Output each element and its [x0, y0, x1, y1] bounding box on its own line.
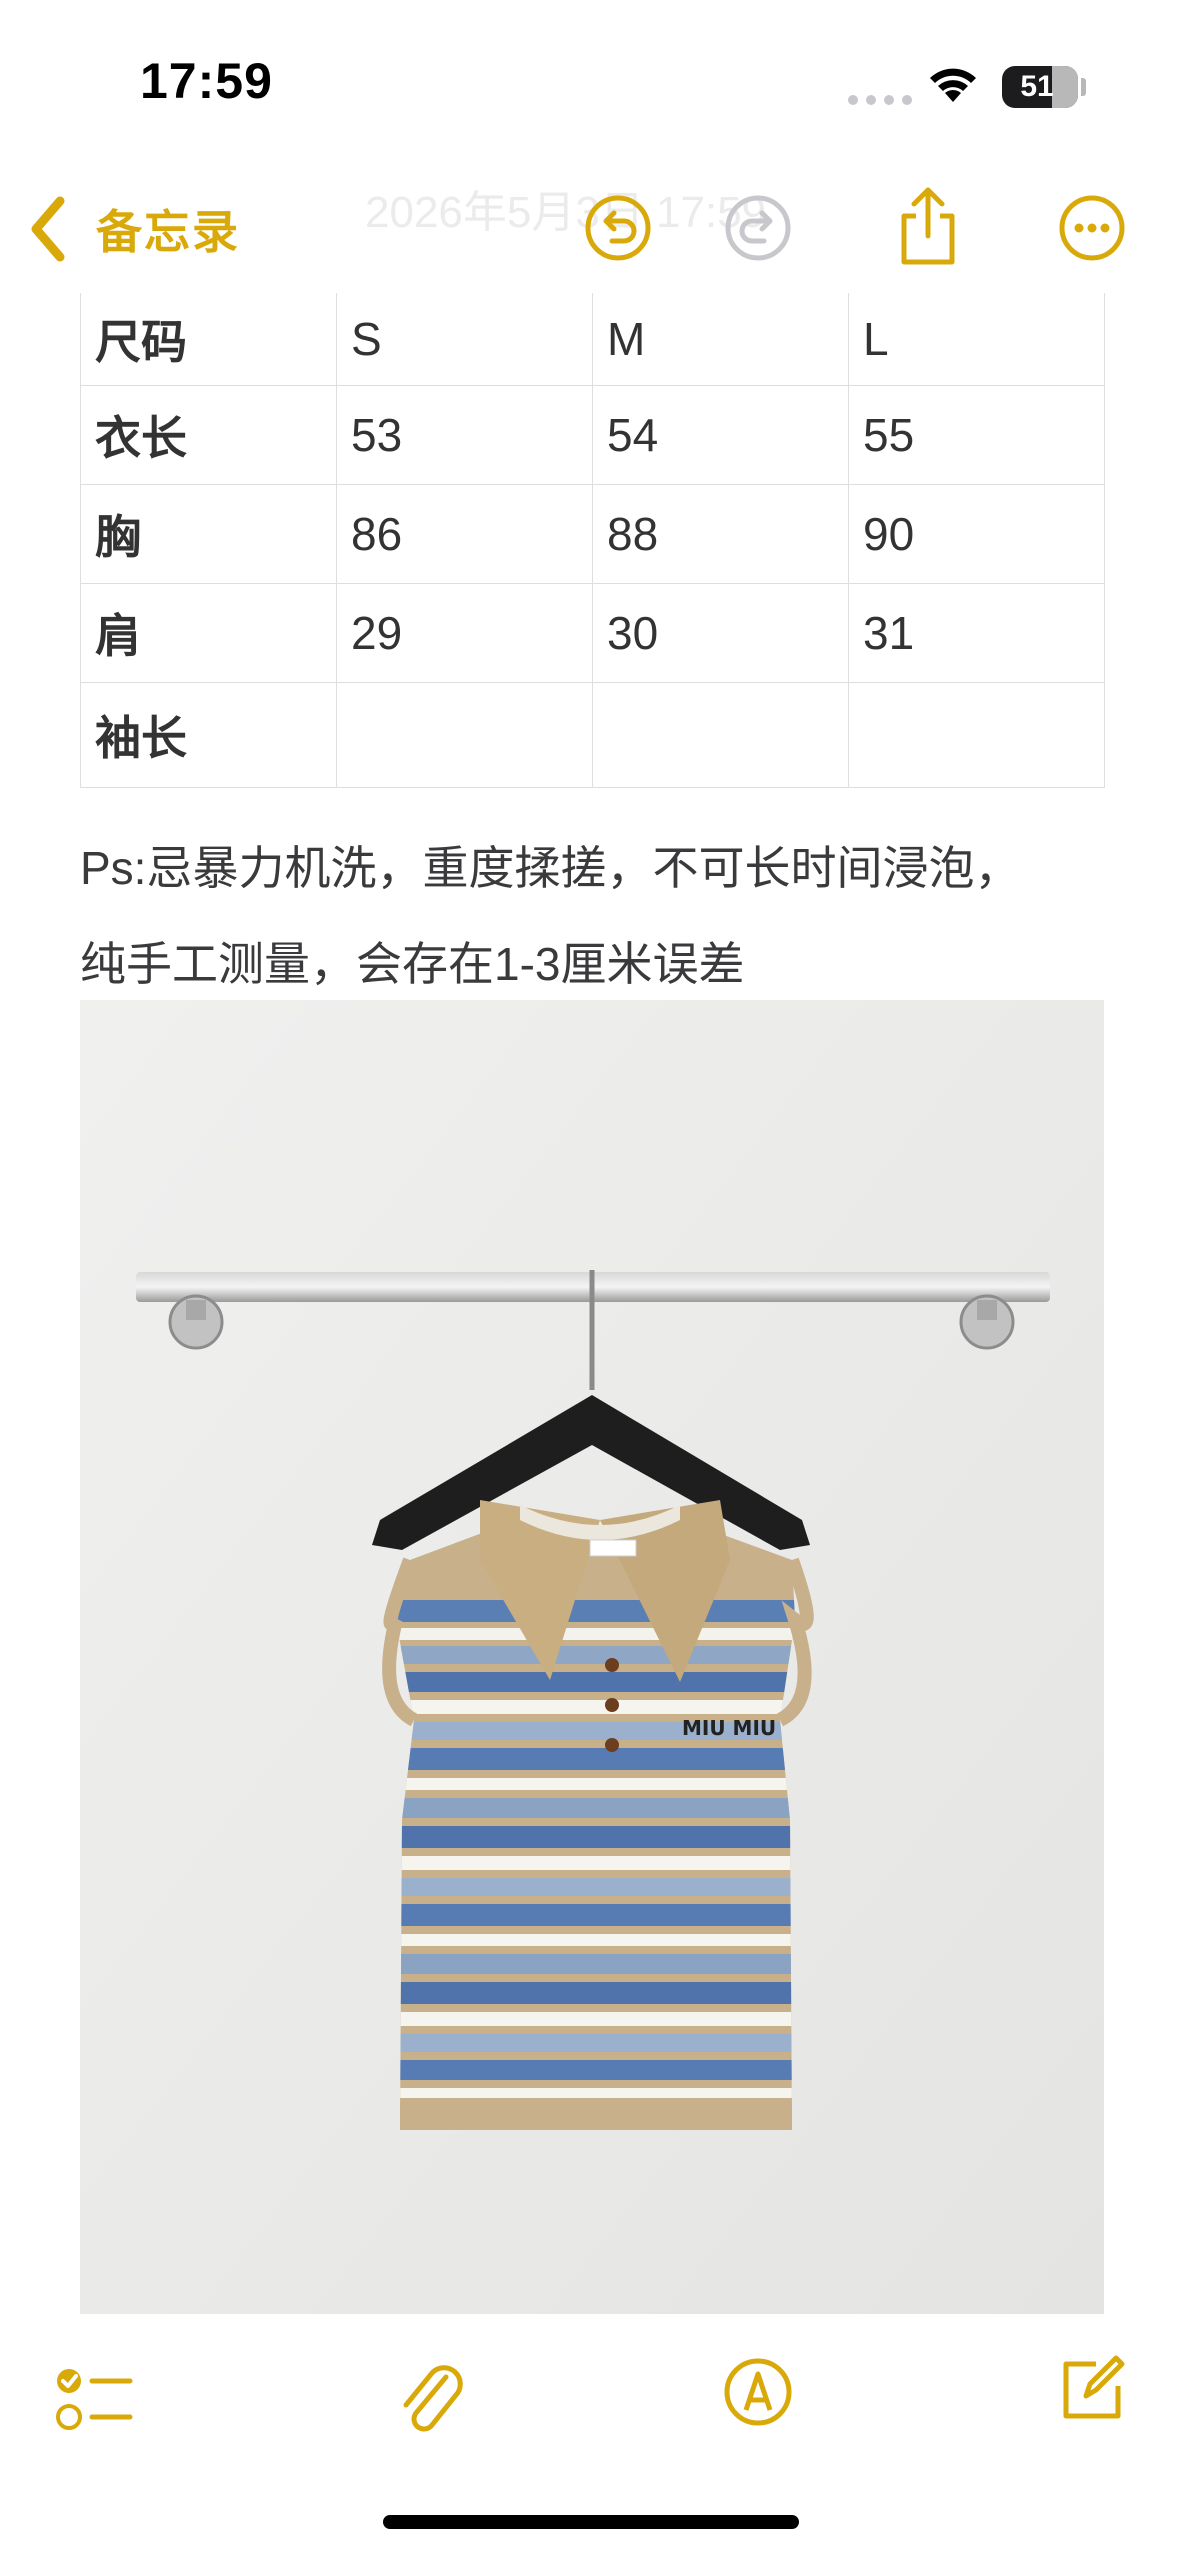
table-cell[interactable]: L — [848, 293, 1105, 386]
battery-icon: 51 — [1002, 66, 1078, 108]
table-cell[interactable]: 55 — [848, 385, 1105, 485]
home-indicator[interactable] — [383, 2515, 799, 2529]
status-time: 17:59 — [140, 53, 273, 109]
brand-logo: MIU MIU — [682, 1716, 776, 1740]
redo-icon[interactable] — [724, 194, 792, 267]
table-cell[interactable] — [336, 682, 593, 788]
note-body-text[interactable]: Ps:忌暴力机洗，重度揉搓，不可长时间浸泡， 纯手工测量，会存在1-3厘米误差 — [80, 820, 1140, 1012]
back-button[interactable]: 备忘录 — [96, 196, 240, 262]
more-icon[interactable] — [1058, 194, 1126, 267]
table-row: 袖长 — [80, 682, 1105, 788]
table-cell[interactable]: 86 — [336, 484, 593, 584]
table-cell[interactable]: 肩 — [80, 583, 337, 683]
table-cell[interactable] — [848, 682, 1105, 788]
product-photo[interactable]: MIU MIU — [80, 1000, 1104, 2314]
cellular-signal-icon — [848, 92, 920, 110]
note-line: 纯手工测量，会存在1-3厘米误差 — [80, 938, 745, 990]
undo-icon[interactable] — [584, 194, 652, 267]
table-row: 衣长 53 54 55 — [80, 385, 1105, 485]
share-icon[interactable] — [896, 186, 960, 271]
battery-level: 51 — [1020, 70, 1054, 103]
table-cell[interactable]: S — [336, 293, 593, 386]
table-row: 肩 29 30 31 — [80, 583, 1105, 683]
table-cell[interactable]: 袖长 — [80, 682, 337, 788]
markup-pen-icon[interactable] — [722, 2356, 794, 2433]
table-cell[interactable]: 30 — [592, 583, 849, 683]
table-cell[interactable]: 衣长 — [80, 385, 337, 485]
table-cell[interactable] — [592, 682, 849, 788]
table-cell[interactable]: M — [592, 293, 849, 386]
note-line: Ps:忌暴力机洗，重度揉搓，不可长时间浸泡， — [80, 842, 1021, 894]
size-table[interactable]: 尺码 S M L 衣长 53 54 55 胸 86 88 90 肩 29 30 … — [80, 293, 1105, 788]
table-cell[interactable]: 尺码 — [80, 293, 337, 386]
chevron-left-icon[interactable] — [28, 196, 68, 267]
table-row: 尺码 S M L — [80, 293, 1105, 386]
table-row: 胸 86 88 90 — [80, 484, 1105, 584]
table-cell[interactable]: 53 — [336, 385, 593, 485]
table-cell[interactable]: 88 — [592, 484, 849, 584]
checklist-icon[interactable] — [54, 2365, 134, 2440]
battery-nub — [1081, 78, 1086, 96]
wifi-icon — [925, 62, 981, 111]
table-cell[interactable]: 90 — [848, 484, 1105, 584]
table-cell[interactable]: 29 — [336, 583, 593, 683]
table-cell[interactable]: 54 — [592, 385, 849, 485]
table-cell[interactable]: 31 — [848, 583, 1105, 683]
compose-icon[interactable] — [1056, 2352, 1128, 2429]
paperclip-icon[interactable] — [394, 2355, 466, 2444]
table-cell[interactable]: 胸 — [80, 484, 337, 584]
note-date-title: 2026年5月3日 17:59 — [365, 188, 767, 237]
